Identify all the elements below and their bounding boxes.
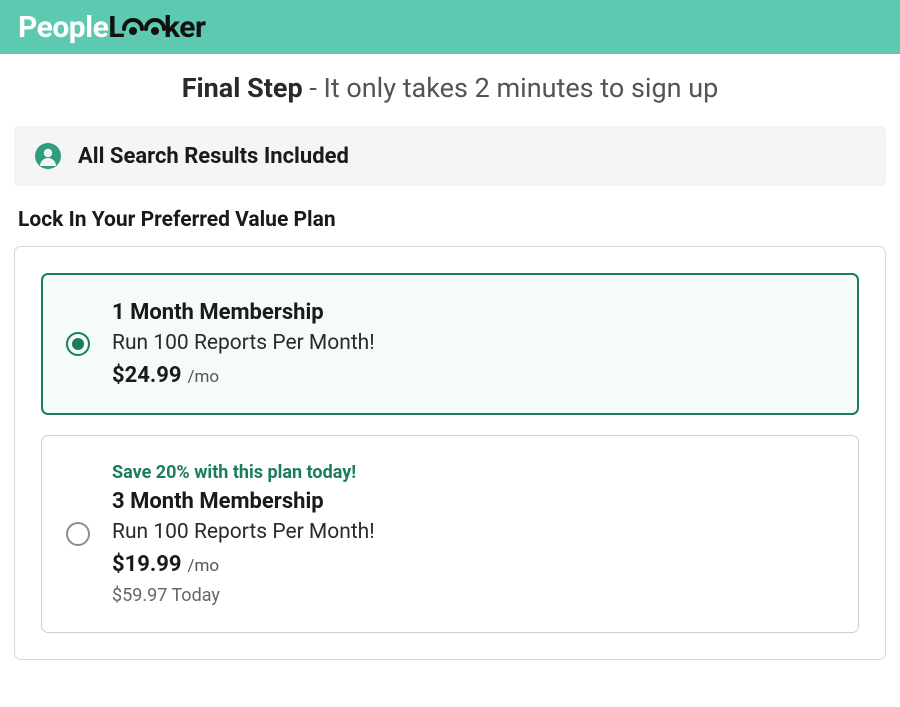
plan-title: 1 Month Membership <box>112 300 834 325</box>
plan-title: 3 Month Membership <box>112 489 834 514</box>
radio-indicator <box>66 332 90 356</box>
results-included-banner: All Search Results Included <box>14 126 886 186</box>
person-circle-icon <box>34 142 62 170</box>
plan-body: 1 Month Membership Run 100 Reports Per M… <box>112 300 834 388</box>
header-bar: People L ker <box>0 0 900 54</box>
plan-price-suffix: /mo <box>187 556 219 576</box>
main-content: Final Step - It only takes 2 minutes to … <box>0 54 900 660</box>
plan-save-badge: Save 20% with this plan today! <box>112 462 834 483</box>
plans-subhead: Lock In Your Preferred Value Plan <box>18 208 886 232</box>
heading-bold: Final Step <box>182 72 303 104</box>
radio-indicator <box>66 522 90 546</box>
plans-container: 1 Month Membership Run 100 Reports Per M… <box>14 246 886 660</box>
plan-option-1-month[interactable]: 1 Month Membership Run 100 Reports Per M… <box>41 273 859 415</box>
logo-text-ker: ker <box>164 10 205 45</box>
eyes-icon <box>122 10 166 32</box>
plan-price: $19.99 <box>112 552 182 577</box>
brand-logo: People L ker <box>18 10 205 45</box>
plan-today-total: $59.97 Today <box>112 585 834 606</box>
plan-body: Save 20% with this plan today! 3 Month M… <box>112 462 834 606</box>
heading-light: - It only takes 2 minutes to sign up <box>303 72 719 104</box>
page-heading: Final Step - It only takes 2 minutes to … <box>14 72 886 104</box>
radio-dot-icon <box>72 338 84 350</box>
banner-text: All Search Results Included <box>78 144 349 169</box>
plan-price: $24.99 <box>112 363 182 388</box>
plan-price-suffix: /mo <box>187 367 219 387</box>
plan-description: Run 100 Reports Per Month! <box>112 520 834 544</box>
plan-option-3-month[interactable]: Save 20% with this plan today! 3 Month M… <box>41 435 859 633</box>
plan-description: Run 100 Reports Per Month! <box>112 331 834 355</box>
logo-text-people: People <box>18 10 108 45</box>
